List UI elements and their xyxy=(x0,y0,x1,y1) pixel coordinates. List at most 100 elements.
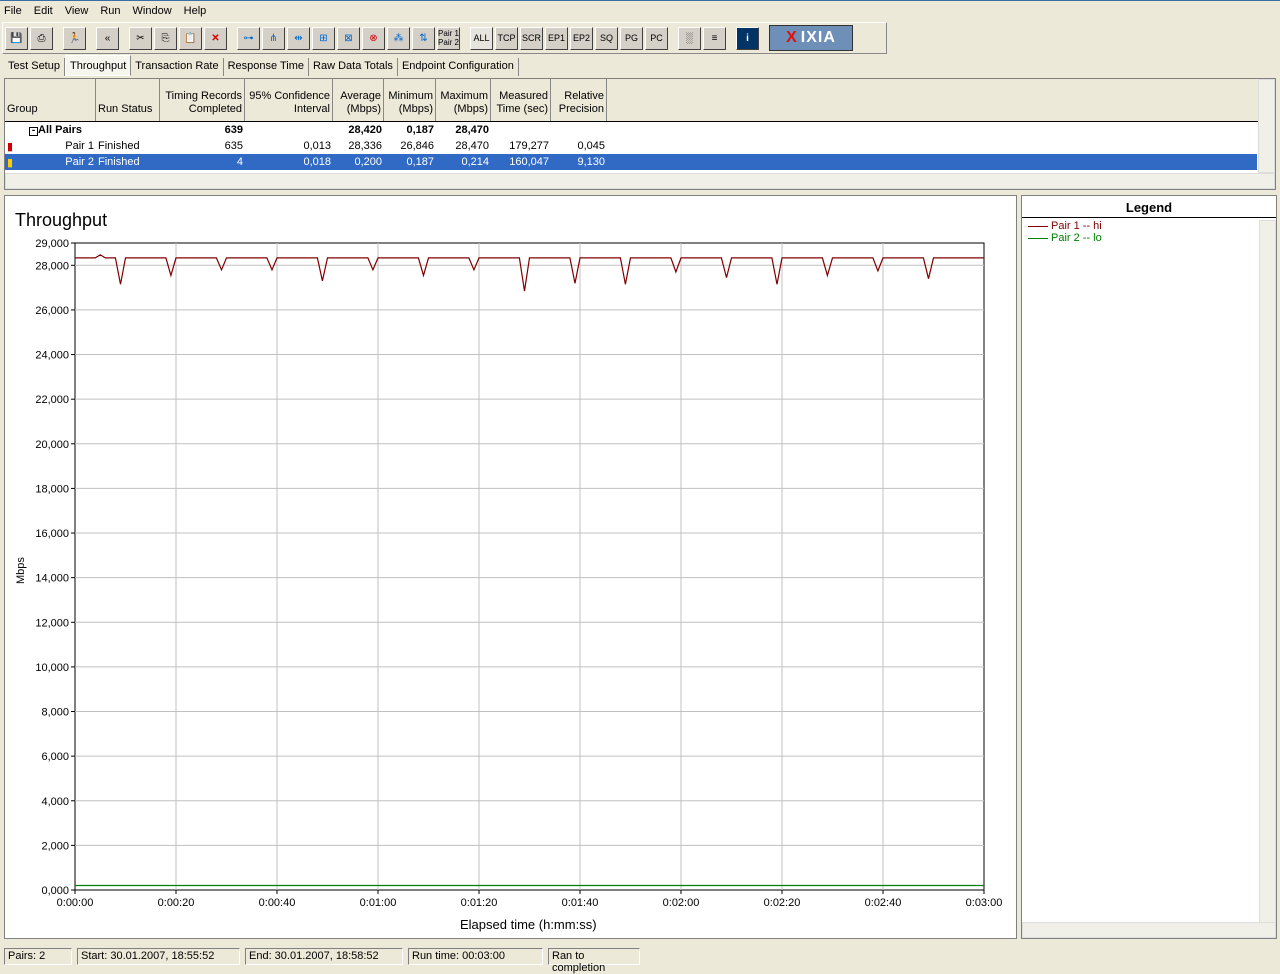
pair-link-icon[interactable]: ⇹ xyxy=(287,26,310,50)
filter-scr-button[interactable]: SCR xyxy=(520,26,543,50)
legend-horizontal-scrollbar[interactable] xyxy=(1022,922,1276,938)
legend-label: Pair 2 -- lo xyxy=(1051,232,1102,244)
y-tick-label: 6,000 xyxy=(41,751,69,763)
delete-icon[interactable]: ✕ xyxy=(204,26,227,50)
collapse-icon[interactable]: - xyxy=(29,126,38,136)
summary-maximum: 28,470 xyxy=(455,124,489,136)
print-icon[interactable]: ⎙ xyxy=(30,26,53,50)
pair-chart-icon: ▮ xyxy=(7,140,14,153)
run-status: Finished xyxy=(98,140,140,152)
col-measured-time[interactable]: Measured Time (sec) xyxy=(491,79,551,121)
summary-group: All Pairs xyxy=(38,124,83,136)
filter-tcp-button[interactable]: TCP xyxy=(495,26,518,50)
menu-file[interactable]: File xyxy=(4,5,22,17)
x-tick-label: 0:02:20 xyxy=(764,897,801,909)
pair-button[interactable]: Pair 1 Pair 2 xyxy=(437,26,460,50)
chart-pane: Throughput Elapsed time (h:mm:ss) Mbps 0… xyxy=(4,195,1017,939)
menu-edit[interactable]: Edit xyxy=(34,5,53,17)
minimum: 0,187 xyxy=(406,156,434,168)
legend-swatch xyxy=(1028,237,1048,239)
col-timing-records[interactable]: Timing Records Completed xyxy=(160,79,245,121)
col-average[interactable]: Average (Mbps) xyxy=(333,79,384,121)
pair-2-label: Pair 2 xyxy=(438,38,459,47)
x-tick-label: 0:02:00 xyxy=(663,897,700,909)
copy-icon[interactable]: ⎘ xyxy=(154,26,177,50)
filter-pg-button[interactable]: PG xyxy=(620,26,643,50)
filter-ep2-button[interactable]: EP2 xyxy=(570,26,593,50)
back-icon[interactable]: « xyxy=(96,26,119,50)
status-result: Ran to completion xyxy=(548,948,640,974)
tab-transaction-rate[interactable]: Transaction Rate xyxy=(131,58,224,76)
info-icon[interactable]: i xyxy=(736,26,759,50)
col-run-status[interactable]: Run Status xyxy=(96,79,160,121)
tab-endpoint-configuration[interactable]: Endpoint Configuration xyxy=(398,58,519,76)
group-icon[interactable]: ⁂ xyxy=(387,26,410,50)
y-tick-label: 18,000 xyxy=(35,483,69,495)
table-vertical-scrollbar[interactable] xyxy=(1258,79,1275,173)
menu-bar: File Edit View Run Window Help xyxy=(0,0,1280,20)
add-pair-icon[interactable]: ⊶ xyxy=(237,26,260,50)
network-icon[interactable]: ⊞ xyxy=(312,26,335,50)
y-tick-label: 4,000 xyxy=(41,796,69,808)
tab-raw-data-totals[interactable]: Raw Data Totals xyxy=(309,58,398,76)
network-delete-icon[interactable]: ⊗ xyxy=(362,26,385,50)
pair-group: Pair 1 xyxy=(65,139,94,152)
filter-ep1-button[interactable]: EP1 xyxy=(545,26,568,50)
table-row-summary[interactable]: - All Pairs 639 28,420 0,187 28,470 xyxy=(5,122,1275,138)
x-tick-label: 0:02:40 xyxy=(865,897,902,909)
x-tick-label: 0:00:00 xyxy=(57,897,94,909)
minimum: 26,846 xyxy=(400,140,434,152)
menu-window[interactable]: Window xyxy=(133,5,172,17)
col-confidence[interactable]: 95% Confidence Interval xyxy=(245,79,333,121)
results-table: Group Run Status Timing Records Complete… xyxy=(4,78,1276,190)
cut-icon[interactable]: ✂ xyxy=(129,26,152,50)
throughput-chart: Throughput Elapsed time (h:mm:ss) Mbps 0… xyxy=(15,210,1002,932)
table-horizontal-scrollbar[interactable] xyxy=(5,173,1275,189)
col-minimum[interactable]: Minimum (Mbps) xyxy=(384,79,436,121)
menu-help[interactable]: Help xyxy=(184,5,207,17)
x-tick-label: 0:01:20 xyxy=(461,897,498,909)
network-edit-icon[interactable]: ⊠ xyxy=(337,26,360,50)
swap-icon[interactable]: ⇅ xyxy=(412,26,435,50)
relative-precision: 9,130 xyxy=(577,156,605,168)
filter-pc-button[interactable]: PC xyxy=(645,26,668,50)
tab-throughput[interactable]: Throughput xyxy=(64,55,132,76)
y-tick-label: 12,000 xyxy=(35,617,69,629)
measured-time: 179,277 xyxy=(509,140,549,152)
y-tick-label: 26,000 xyxy=(35,305,69,317)
status-start: Start: 30.01.2007, 18:55:52 xyxy=(77,948,240,965)
tab-response-time[interactable]: Response Time xyxy=(224,58,310,76)
paste-icon[interactable]: 📋 xyxy=(179,26,202,50)
x-tick-label: 0:00:40 xyxy=(259,897,296,909)
col-relative-precision[interactable]: Relative Precision xyxy=(551,79,607,121)
grid-icon[interactable]: ░ xyxy=(678,26,701,50)
col-group[interactable]: Group xyxy=(5,79,96,121)
measured-time: 160,047 xyxy=(509,156,549,168)
y-tick-label: 28,000 xyxy=(35,260,69,272)
legend-item-pair-1[interactable]: Pair 1 -- hi xyxy=(1028,220,1270,232)
records: 4 xyxy=(236,156,243,168)
legend-vertical-scrollbar[interactable] xyxy=(1259,220,1276,924)
multicast-icon[interactable]: ⋔ xyxy=(262,26,285,50)
menu-view[interactable]: View xyxy=(65,5,89,17)
filter-all-button[interactable]: ALL xyxy=(470,26,493,50)
tab-test-setup[interactable]: Test Setup xyxy=(4,58,65,76)
legend-item-pair-2[interactable]: Pair 2 -- lo xyxy=(1028,232,1270,244)
filter-sq-button[interactable]: SQ xyxy=(595,26,618,50)
table-row[interactable]: ▮ Pair 2 Finished 4 0,018 0,200 0,187 0,2… xyxy=(5,154,1257,170)
y-tick-label: 0,000 xyxy=(41,885,69,897)
y-tick-label: 22,000 xyxy=(35,394,69,406)
y-tick-label: 24,000 xyxy=(35,350,69,362)
list-icon[interactable]: ≡ xyxy=(703,26,726,50)
y-tick-label: 20,000 xyxy=(35,439,69,451)
ixia-logo: X IXIA xyxy=(769,25,853,51)
menu-run[interactable]: Run xyxy=(100,5,120,17)
relative-precision: 0,045 xyxy=(577,140,605,152)
run-icon[interactable]: 🏃 xyxy=(63,26,86,50)
save-icon[interactable]: 💾 xyxy=(5,26,28,50)
table-row[interactable]: ▮ Pair 1 Finished 635 0,013 28,336 26,846… xyxy=(5,138,1275,154)
y-tick-label: 2,000 xyxy=(41,840,69,852)
table-header: Group Run Status Timing Records Complete… xyxy=(5,79,1275,122)
col-maximum[interactable]: Maximum (Mbps) xyxy=(436,79,491,121)
x-axis-label: Elapsed time (h:mm:ss) xyxy=(460,917,597,932)
